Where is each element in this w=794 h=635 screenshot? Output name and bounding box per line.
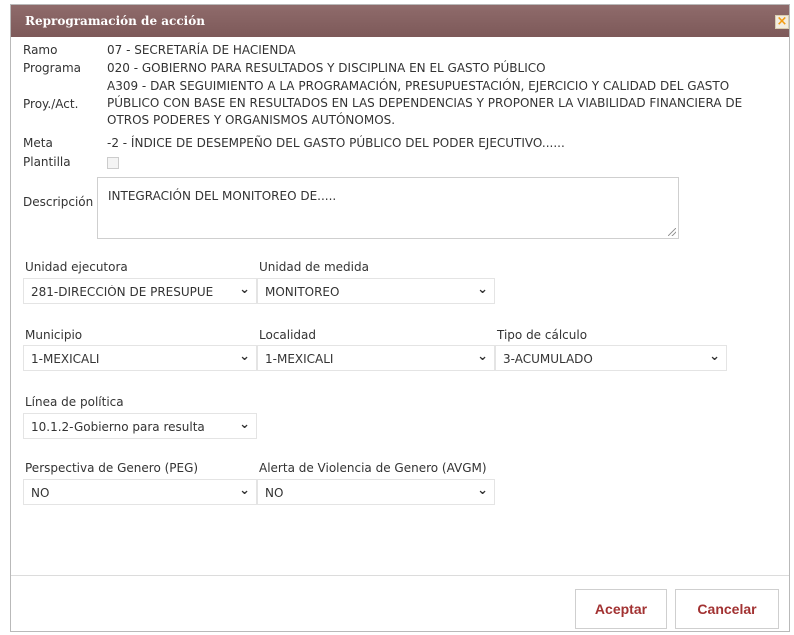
linea-politica-label: Línea de política [25, 395, 124, 409]
peg-select[interactable]: NO ⌄ [23, 479, 257, 505]
unidad-medida-label: Unidad de medida [259, 260, 369, 274]
dialog-title: Reprogramación de acción [25, 14, 205, 28]
proy-value-line-2: PÚBLICO CON BASE EN RESULTADOS EN LAS DE… [107, 96, 743, 110]
peg-label: Perspectiva de Genero (PEG) [25, 461, 199, 475]
localidad-label: Localidad [259, 328, 317, 342]
chevron-down-icon: ⌄ [239, 349, 250, 364]
reprogramacion-dialog: Reprogramación de acción × Ramo 07 - SEC… [10, 4, 790, 632]
aceptar-button[interactable]: Aceptar [575, 589, 667, 629]
avgm-value: NO [265, 486, 284, 500]
chevron-down-icon: ⌄ [477, 282, 488, 297]
peg-value: NO [31, 486, 50, 500]
avgm-select[interactable]: NO ⌄ [257, 479, 495, 505]
unidad-medida-select[interactable]: MONITOREO ⌄ [257, 278, 495, 304]
footer-divider [11, 575, 789, 576]
proy-label: Proy./Act. [23, 97, 79, 111]
programa-label: Programa [23, 61, 81, 75]
ramo-label: Ramo [23, 43, 58, 57]
localidad-select[interactable]: 1-MEXICALI ⌄ [257, 345, 495, 371]
plantilla-checkbox[interactable] [107, 157, 119, 169]
linea-politica-value: 10.1.2-Gobierno para resulta [31, 420, 205, 434]
descripcion-label: Descripción [23, 195, 94, 209]
programa-value: 020 - GOBIERNO PARA RESULTADOS Y DISCIPL… [107, 61, 546, 75]
chevron-down-icon: ⌄ [239, 417, 250, 432]
chevron-down-icon: ⌄ [477, 349, 488, 364]
municipio-label: Municipio [25, 328, 83, 342]
chevron-down-icon: ⌄ [709, 349, 720, 364]
meta-label: Meta [23, 136, 53, 150]
tipo-calculo-value: 3-ACUMULADO [503, 352, 593, 366]
close-icon[interactable]: × [775, 15, 789, 29]
proy-value-line-1: A309 - DAR SEGUIMIENTO A LA PROGRAMACIÓN… [107, 79, 730, 93]
plantilla-label: Plantilla [23, 155, 71, 169]
avgm-label: Alerta de Violencia de Genero (AVGM) [259, 461, 487, 475]
tipo-calculo-select[interactable]: 3-ACUMULADO ⌄ [495, 345, 727, 371]
unidad-ejecutora-select[interactable]: 281-DIRECCIÓN DE PRESUPUE ⌄ [23, 278, 257, 304]
dialog-title-bar: Reprogramación de acción × [11, 5, 789, 37]
cancelar-button[interactable]: Cancelar [675, 589, 779, 629]
municipio-select[interactable]: 1-MEXICALI ⌄ [23, 345, 257, 371]
chevron-down-icon: ⌄ [239, 483, 250, 498]
descripcion-textarea[interactable]: INTEGRACIÓN DEL MONITOREO DE..... [97, 177, 679, 239]
tipo-calculo-label: Tipo de cálculo [497, 328, 588, 342]
municipio-value: 1-MEXICALI [31, 352, 100, 366]
meta-value: -2 - ÍNDICE DE DESEMPEÑO DEL GASTO PÚBLI… [107, 136, 565, 150]
unidad-medida-value: MONITOREO [265, 285, 340, 299]
chevron-down-icon: ⌄ [477, 483, 488, 498]
unidad-ejecutora-label: Unidad ejecutora [25, 260, 128, 274]
unidad-ejecutora-value: 281-DIRECCIÓN DE PRESUPUE [31, 285, 214, 299]
chevron-down-icon: ⌄ [239, 282, 250, 297]
proy-value-line-3: OTROS PODERES Y ORGANISMOS AUTÓNOMOS. [107, 113, 396, 127]
resize-grip-icon[interactable] [668, 228, 676, 236]
linea-politica-select[interactable]: 10.1.2-Gobierno para resulta ⌄ [23, 413, 257, 439]
ramo-value: 07 - SECRETARÍA DE HACIENDA [107, 43, 296, 57]
localidad-value: 1-MEXICALI [265, 352, 334, 366]
descripcion-value: INTEGRACIÓN DEL MONITOREO DE..... [108, 189, 337, 203]
